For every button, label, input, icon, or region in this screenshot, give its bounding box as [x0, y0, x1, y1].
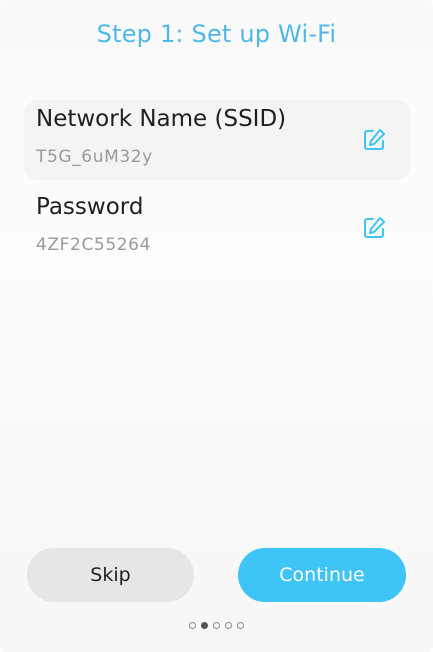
- wifi-setup-screen: Step 1: Set up Wi-Fi Network Name (SSID)…: [0, 0, 433, 652]
- page-dot-active: [201, 622, 208, 629]
- page-title: Step 1: Set up Wi-Fi: [96, 20, 337, 48]
- edit-icon: [361, 127, 387, 153]
- page-dot: [213, 622, 220, 629]
- ssid-label: Network Name (SSID): [36, 106, 287, 132]
- skip-button[interactable]: Skip: [27, 548, 194, 602]
- continue-button[interactable]: Continue: [238, 548, 406, 602]
- ssid-value: T5G_6uM32y: [36, 147, 153, 167]
- page-indicator: [0, 622, 433, 629]
- password-row[interactable]: Password 4ZF2C55264: [24, 188, 410, 268]
- page-dot: [225, 622, 232, 629]
- edit-icon: [361, 215, 387, 241]
- page-dot: [237, 622, 244, 629]
- password-label: Password: [36, 194, 144, 220]
- page-dot: [189, 622, 196, 629]
- password-value: 4ZF2C55264: [36, 235, 152, 255]
- edit-password-button[interactable]: [360, 214, 388, 242]
- ssid-row[interactable]: Network Name (SSID) T5G_6uM32y: [24, 100, 410, 180]
- edit-ssid-button[interactable]: [360, 126, 388, 154]
